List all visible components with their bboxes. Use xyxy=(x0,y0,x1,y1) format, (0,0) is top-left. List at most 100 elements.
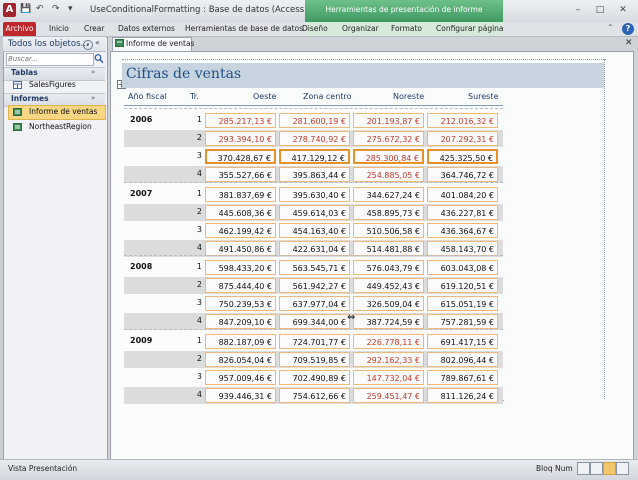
minimize-ribbon-icon[interactable]: ⌃ xyxy=(607,23,614,32)
quarter-label[interactable]: 1 xyxy=(188,262,202,271)
tab-organizar[interactable]: Organizar xyxy=(342,22,379,36)
column-header-sureste[interactable]: Sureste xyxy=(468,92,498,101)
tab-crear[interactable]: Crear xyxy=(84,22,104,36)
column-header-ano-fiscal[interactable]: Año fiscal xyxy=(128,92,167,101)
column-header-noreste[interactable]: Noreste xyxy=(393,92,424,101)
sales-value-cell[interactable]: 699.344,00 € xyxy=(279,314,350,329)
sales-value-cell[interactable]: 254.885,05 € xyxy=(353,167,424,182)
sales-value-cell[interactable]: 381.837,69 € xyxy=(205,187,276,202)
sales-value-cell[interactable]: 754.612,66 € xyxy=(279,388,350,403)
nav-item-salesfigures[interactable]: SalesFigures xyxy=(29,80,76,89)
sales-value-cell[interactable]: 826.054,04 € xyxy=(205,352,276,367)
sales-value-cell[interactable]: 212.016,32 € xyxy=(427,113,498,128)
shutter-bar-close-icon[interactable]: « xyxy=(95,38,100,47)
sales-value-cell[interactable]: 281.600,19 € xyxy=(279,113,350,128)
quarter-label[interactable]: 4 xyxy=(188,316,202,325)
sales-value-cell[interactable]: 226.778,11 € xyxy=(353,334,424,349)
sales-value-cell[interactable]: 702.490,89 € xyxy=(279,370,350,385)
sales-value-cell[interactable]: 459.614,03 € xyxy=(279,205,350,220)
quarter-label[interactable]: 4 xyxy=(188,169,202,178)
sales-value-cell[interactable]: 417.129,12 € xyxy=(279,149,350,164)
sales-value-cell[interactable]: 750.239,53 € xyxy=(205,296,276,311)
sales-value-cell[interactable]: 454.163,40 € xyxy=(279,223,350,238)
sales-value-cell[interactable]: 514.481,88 € xyxy=(353,241,424,256)
sales-value-cell[interactable]: 458.143,70 € xyxy=(427,241,498,256)
sales-value-cell[interactable]: 449.452,43 € xyxy=(353,278,424,293)
customize-qat-icon[interactable]: ▾ xyxy=(68,4,73,14)
tab-formato[interactable]: Formato xyxy=(391,22,422,36)
year-label[interactable]: 2009 xyxy=(130,336,152,345)
tab-datos-externos[interactable]: Datos externos xyxy=(118,22,175,36)
sales-value-cell[interactable]: 619.120,51 € xyxy=(427,278,498,293)
sales-value-cell[interactable]: 355.527,66 € xyxy=(205,167,276,182)
column-header-oeste[interactable]: Oeste xyxy=(253,92,276,101)
sales-value-cell[interactable]: 603.043,08 € xyxy=(427,260,498,275)
quarter-label[interactable]: 4 xyxy=(188,243,202,252)
search-icon[interactable] xyxy=(94,53,104,64)
sales-value-cell[interactable]: 709.519,85 € xyxy=(279,352,350,367)
sales-value-cell[interactable]: 957.009,46 € xyxy=(205,370,276,385)
sales-value-cell[interactable]: 510.506,58 € xyxy=(353,223,424,238)
quarter-label[interactable]: 1 xyxy=(188,336,202,345)
chevron-up-icon[interactable]: » xyxy=(91,94,95,102)
year-label[interactable]: 2008 xyxy=(130,262,152,271)
redo-icon[interactable]: ↷ xyxy=(52,4,60,14)
sales-value-cell[interactable]: 401.084,20 € xyxy=(427,187,498,202)
sales-value-cell[interactable]: 561.942,27 € xyxy=(279,278,350,293)
quarter-label[interactable]: 2 xyxy=(188,354,202,363)
quarter-label[interactable]: 3 xyxy=(188,298,202,307)
tab-configurar-pagina[interactable]: Configurar página xyxy=(436,22,504,36)
print-preview-button-icon[interactable] xyxy=(590,462,603,475)
sales-value-cell[interactable]: 436.364,67 € xyxy=(427,223,498,238)
maximize-button[interactable]: □ xyxy=(593,4,607,16)
sales-value-cell[interactable]: 147.732,04 € xyxy=(353,370,424,385)
nav-menu-dropdown-icon[interactable]: ▾ xyxy=(83,40,93,50)
quarter-label[interactable]: 4 xyxy=(188,390,202,399)
sales-value-cell[interactable]: 576.043,79 € xyxy=(353,260,424,275)
minimize-button[interactable]: – xyxy=(571,4,585,16)
sales-value-cell[interactable]: 422.631,04 € xyxy=(279,241,350,256)
column-header-zona-centro[interactable]: Zona centro xyxy=(303,92,351,101)
quarter-label[interactable]: 2 xyxy=(188,280,202,289)
sales-value-cell[interactable]: 757.281,59 € xyxy=(427,314,498,329)
quarter-label[interactable]: 2 xyxy=(188,207,202,216)
sales-value-cell[interactable]: 326.509,04 € xyxy=(353,296,424,311)
help-icon[interactable]: ? xyxy=(622,23,634,35)
tab-diseno[interactable]: Diseño xyxy=(302,22,328,36)
sales-value-cell[interactable]: 637.977,04 € xyxy=(279,296,350,311)
design-view-button-icon[interactable] xyxy=(616,462,629,475)
quarter-label[interactable]: 1 xyxy=(188,189,202,198)
sales-value-cell[interactable]: 285.217,13 € xyxy=(205,113,276,128)
sales-value-cell[interactable]: 201.193,87 € xyxy=(353,113,424,128)
nav-search-input[interactable] xyxy=(8,54,88,64)
year-label[interactable]: 2006 xyxy=(130,115,152,124)
sales-value-cell[interactable]: 278.740,92 € xyxy=(279,131,350,146)
sales-value-cell[interactable]: 615.051,19 € xyxy=(427,296,498,311)
quarter-label[interactable]: 1 xyxy=(188,115,202,124)
sales-value-cell[interactable]: 364.746,72 € xyxy=(427,167,498,182)
sales-value-cell[interactable]: 292.162,33 € xyxy=(353,352,424,367)
access-app-icon[interactable]: A xyxy=(3,3,16,17)
sales-value-cell[interactable]: 802.096,44 € xyxy=(427,352,498,367)
sales-value-cell[interactable]: 491.450,86 € xyxy=(205,241,276,256)
nav-item-northeastregion[interactable]: NortheastRegion xyxy=(29,122,92,131)
column-header-trimestre[interactable]: Tr. xyxy=(190,92,199,101)
quarter-label[interactable]: 2 xyxy=(188,133,202,142)
document-tab-label[interactable]: Informe de ventas xyxy=(126,39,194,48)
sales-value-cell[interactable]: 691.417,15 € xyxy=(427,334,498,349)
sales-value-cell[interactable]: 875.444,40 € xyxy=(205,278,276,293)
sales-value-cell[interactable]: 789.867,61 € xyxy=(427,370,498,385)
sales-value-cell[interactable]: 275.672,32 € xyxy=(353,131,424,146)
tab-herramientas-bd[interactable]: Herramientas de base de datos xyxy=(185,22,303,36)
sales-value-cell[interactable]: 811.126,24 € xyxy=(427,388,498,403)
sales-value-cell[interactable]: 293.394,10 € xyxy=(205,131,276,146)
quarter-label[interactable]: 3 xyxy=(188,151,202,160)
sales-value-cell[interactable]: 445.608,36 € xyxy=(205,205,276,220)
nav-pane-title[interactable]: Todos los objetos... xyxy=(8,39,89,49)
report-title[interactable]: Cifras de ventas xyxy=(126,66,241,82)
sales-value-cell[interactable]: 370.428,67 € xyxy=(205,149,276,164)
sales-value-cell[interactable]: 458.895,73 € xyxy=(353,205,424,220)
tab-archivo[interactable]: Archivo xyxy=(3,22,36,36)
sales-value-cell[interactable]: 259.451,47 € xyxy=(353,388,424,403)
tab-inicio[interactable]: Inicio xyxy=(49,22,69,36)
